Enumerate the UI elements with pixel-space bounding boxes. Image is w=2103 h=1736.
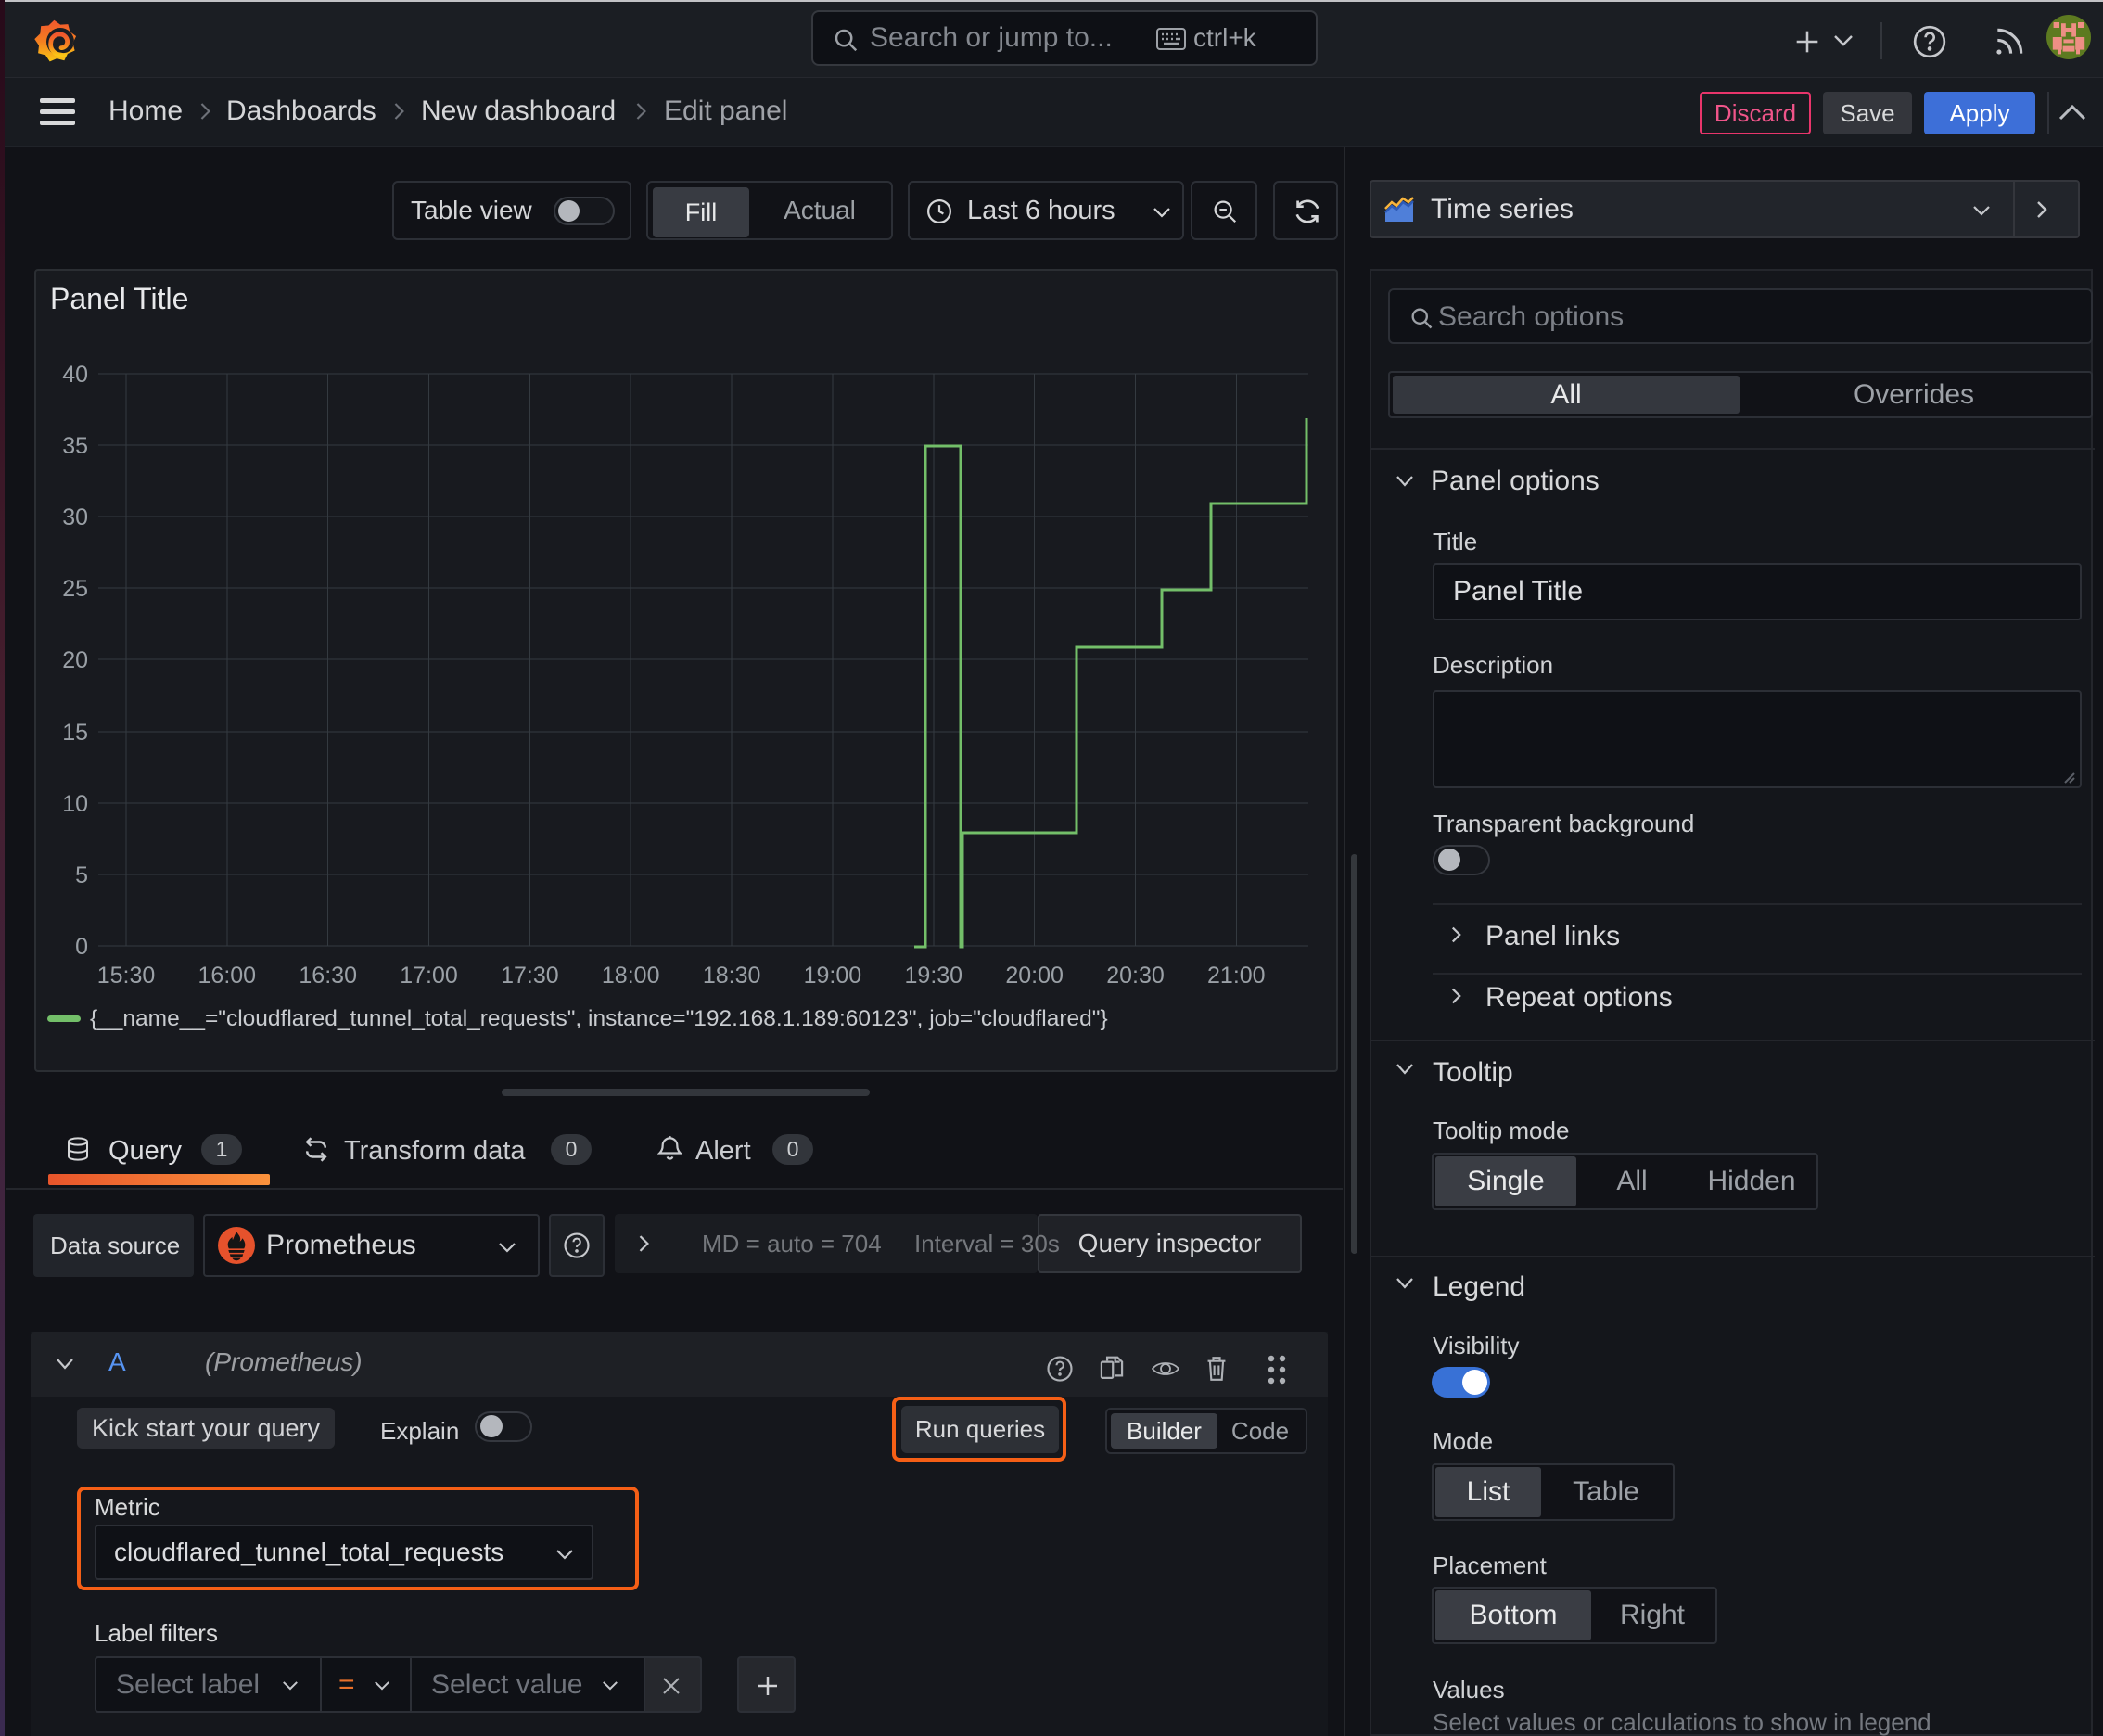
svg-text:17:00: 17:00 bbox=[400, 963, 458, 989]
svg-text:19:00: 19:00 bbox=[804, 963, 862, 989]
svg-text:16:00: 16:00 bbox=[198, 963, 257, 989]
svg-text:17:30: 17:30 bbox=[501, 963, 559, 989]
svg-text:18:00: 18:00 bbox=[602, 963, 660, 989]
svg-text:19:30: 19:30 bbox=[905, 963, 963, 989]
svg-text:30: 30 bbox=[62, 504, 88, 530]
svg-text:35: 35 bbox=[62, 433, 88, 459]
svg-text:20:30: 20:30 bbox=[1106, 963, 1165, 989]
svg-text:0: 0 bbox=[75, 934, 88, 960]
svg-text:20: 20 bbox=[62, 647, 88, 673]
svg-text:15: 15 bbox=[62, 720, 88, 746]
svg-text:16:30: 16:30 bbox=[299, 963, 357, 989]
svg-text:5: 5 bbox=[75, 862, 88, 888]
svg-text:21:00: 21:00 bbox=[1207, 963, 1266, 989]
svg-text:25: 25 bbox=[62, 576, 88, 602]
svg-text:10: 10 bbox=[62, 791, 88, 817]
svg-text:18:30: 18:30 bbox=[703, 963, 761, 989]
svg-text:{__name__="cloudflared_tunnel_: {__name__="cloudflared_tunnel_total_requ… bbox=[90, 1006, 1108, 1031]
svg-text:20:00: 20:00 bbox=[1005, 963, 1064, 989]
svg-text:15:30: 15:30 bbox=[97, 963, 156, 989]
svg-text:40: 40 bbox=[62, 362, 88, 388]
